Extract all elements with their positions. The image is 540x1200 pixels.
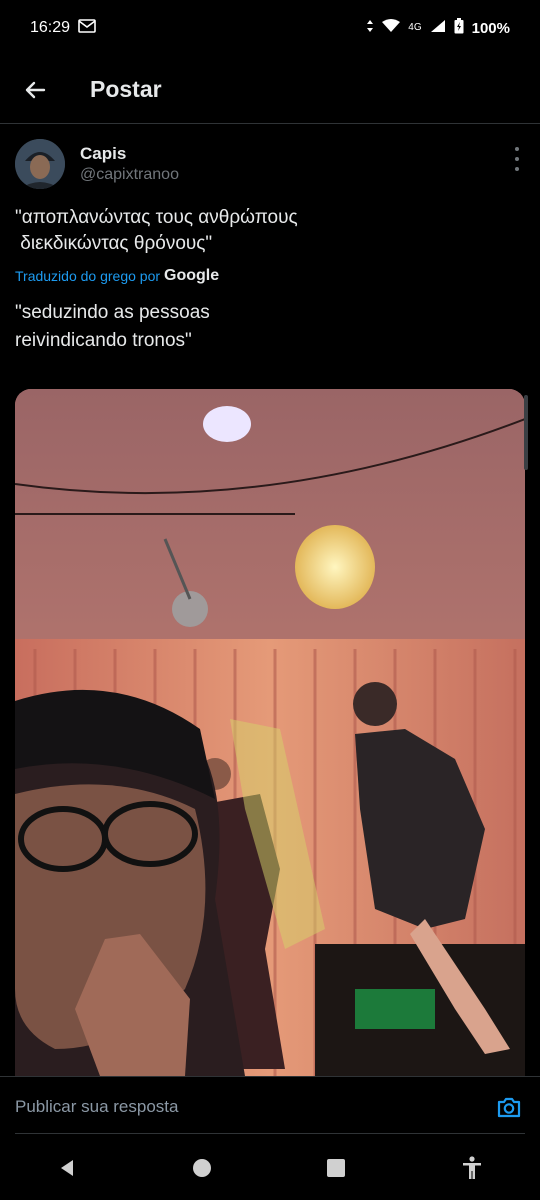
back-button[interactable] (0, 56, 70, 124)
author-display-name: Capis (80, 144, 127, 163)
author-handle: @capixtranoo (80, 166, 179, 183)
accessibility-icon[interactable] (461, 1155, 483, 1185)
top-app-bar: Postar (0, 56, 540, 124)
post-author[interactable]: Capis @capixtranoo (15, 139, 179, 189)
nav-back-icon[interactable] (57, 1158, 77, 1183)
network-type: 4G (408, 22, 422, 33)
translated-label: Traduzido do grego por (15, 268, 161, 284)
signal-sort-icon (366, 19, 374, 38)
translation-attribution[interactable]: Traduzido do grego por Google (15, 267, 219, 285)
post-text-translation: "seduzindo as pessoas reivindicando tron… (15, 302, 210, 351)
translator-name: Google (164, 267, 220, 284)
nav-recents-icon[interactable] (326, 1158, 346, 1183)
back-arrow-icon (25, 81, 46, 98)
system-navigation-bar (0, 1140, 540, 1200)
reply-bar: Publicar sua resposta (0, 1076, 540, 1134)
battery-percent: 100% (471, 19, 510, 37)
more-icon[interactable] (512, 147, 522, 171)
camera-icon[interactable] (496, 1095, 522, 1124)
wifi-icon (382, 18, 401, 38)
gmail-icon (78, 18, 96, 38)
reply-divider (15, 1133, 525, 1134)
signal-icon (430, 19, 446, 38)
avatar[interactable] (15, 139, 65, 189)
reply-input[interactable]: Publicar sua resposta (15, 1097, 178, 1117)
post-text-original: "αποπλανώντας τους ανθρώπους διεκδικώντα… (15, 207, 298, 254)
status-time: 16:29 (30, 19, 71, 36)
scrollbar[interactable] (524, 395, 528, 470)
nav-home-icon[interactable] (192, 1158, 212, 1183)
status-bar: 16:29 4G 100% (0, 0, 540, 56)
post-photo[interactable] (15, 389, 525, 1076)
page-title: Postar (90, 76, 162, 102)
battery-icon (454, 17, 464, 39)
